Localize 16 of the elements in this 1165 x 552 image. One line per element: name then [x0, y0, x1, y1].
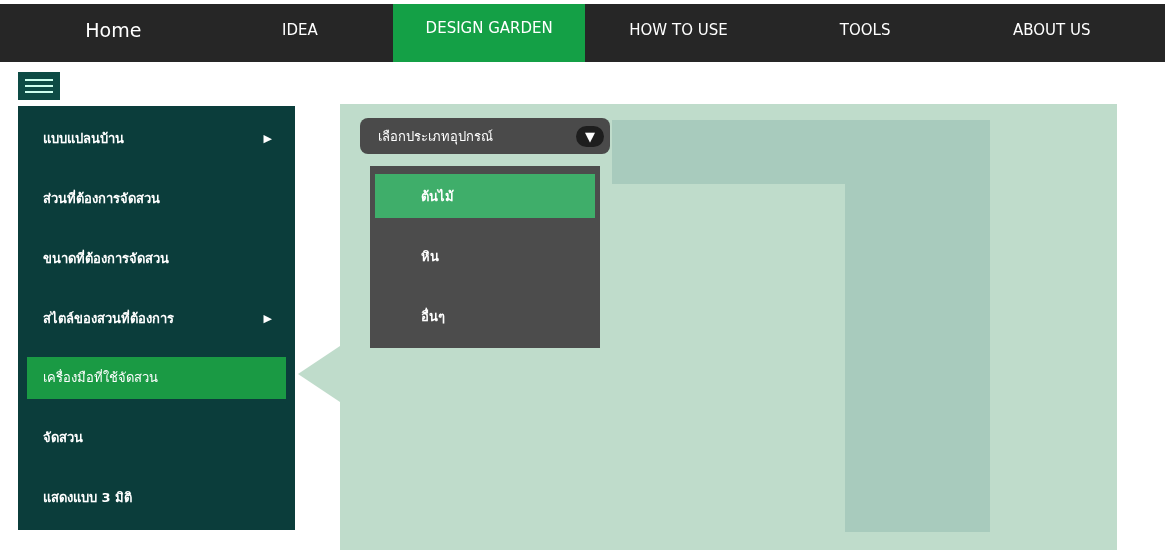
nav-tab[interactable]: ABOUT US — [958, 4, 1145, 62]
dropdown-option[interactable]: อื่นๆ — [375, 294, 595, 338]
dropdown-option[interactable]: หิน — [375, 234, 595, 278]
sidebar-item[interactable]: สไตล์ของสวนที่ต้องการ ▶ — [27, 297, 286, 339]
nav-tab[interactable]: IDEA — [206, 4, 394, 62]
nav-tab[interactable]: HOW TO USE — [585, 4, 772, 62]
sidebar-item[interactable]: ขนาดที่ต้องการจัดสวน — [27, 237, 286, 280]
menu-icon[interactable] — [18, 72, 60, 100]
sidebar-item[interactable]: แสดงแบบ 3 มิติ — [27, 476, 286, 519]
sidebar-item[interactable]: เครื่องมือที่ใช้จัดสวน — [27, 356, 286, 399]
sidebar-item[interactable]: แบบแปลนบ้าน ▶ — [27, 118, 286, 160]
nav-tab[interactable]: Home — [20, 4, 207, 62]
sidebar-item[interactable]: ส่วนที่ต้องการจัดสวน — [27, 177, 286, 220]
equipment-type-dropdown[interactable]: เลือกประเภทอุปกรณ์ ▼ — [360, 118, 610, 154]
nav-tab[interactable]: TOOLS — [771, 4, 959, 62]
sidebar-item[interactable]: จัดสวน — [27, 416, 286, 459]
